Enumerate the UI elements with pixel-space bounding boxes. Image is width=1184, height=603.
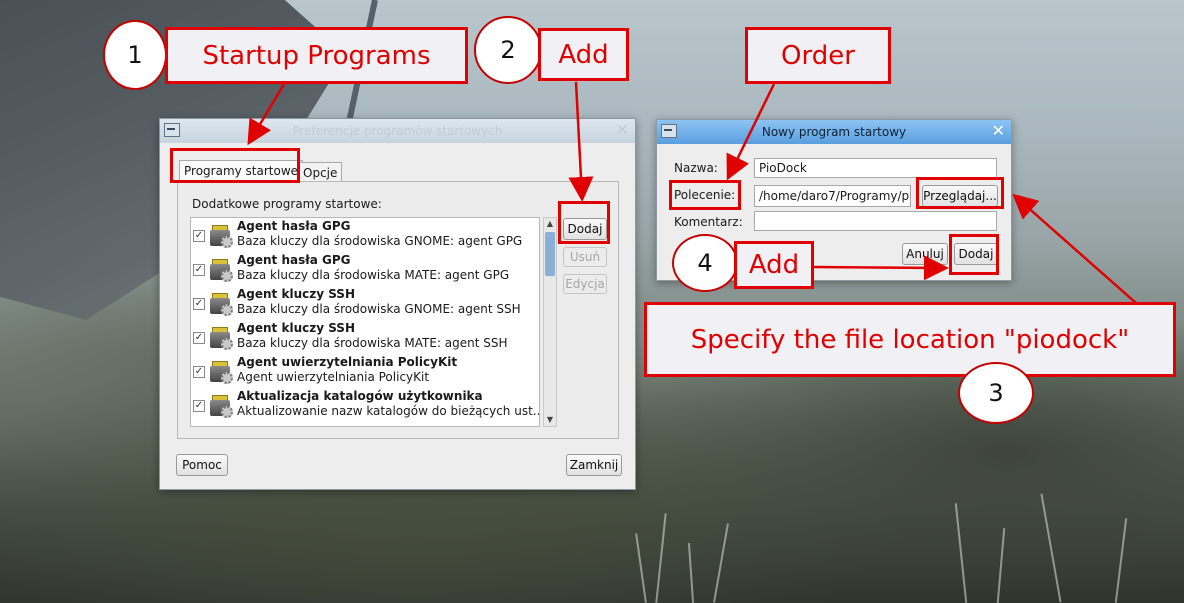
step-1-label-box: Startup Programs — [165, 27, 468, 84]
step-3-number: 3 — [988, 379, 1004, 407]
name-field[interactable]: PioDock — [754, 158, 997, 178]
grass-blade — [1114, 518, 1128, 603]
step-3-circle: 3 — [958, 362, 1034, 424]
cancel-button-label: Anuluj — [906, 247, 944, 261]
grass-blade — [687, 543, 695, 603]
startup-app-icon — [208, 222, 234, 248]
list-item[interactable]: ✓ Agent hasła GPG Baza kluczy dla środow… — [191, 218, 539, 252]
close-icon[interactable]: ✕ — [992, 122, 1005, 140]
enabled-checkbox[interactable]: ✓ — [193, 332, 205, 344]
comment-field[interactable] — [754, 211, 997, 231]
enabled-checkbox[interactable]: ✓ — [193, 366, 205, 378]
remove-button[interactable]: Usuń — [563, 247, 607, 267]
item-name: Agent hasła GPG — [237, 219, 351, 233]
step-4-circle: 4 — [672, 234, 738, 292]
remove-button-label: Usuń — [569, 250, 601, 264]
close-icon[interactable]: ✕ — [616, 121, 629, 139]
cancel-button[interactable]: Anuluj — [902, 243, 948, 265]
list-item[interactable]: ✓ Agent uwierzytelniania PolicyKit Agent… — [191, 354, 539, 388]
startup-programs-list[interactable]: ✓ Agent hasła GPG Baza kluczy dla środow… — [190, 217, 540, 427]
close-button[interactable]: Zamknij — [566, 454, 622, 476]
startup-window-title: Preferencje programów startowych — [292, 124, 503, 138]
highlight-confirm-add-button — [949, 234, 999, 275]
startup-app-icon — [208, 324, 234, 350]
enabled-checkbox[interactable]: ✓ — [193, 298, 205, 310]
step-2-number: 2 — [500, 36, 516, 64]
startup-app-icon — [208, 290, 234, 316]
window-menu-icon[interactable] — [661, 124, 677, 138]
help-button-label: Pomoc — [182, 458, 222, 472]
startup-app-icon — [208, 256, 234, 282]
item-description: Aktualizowanie nazw katalogów do bieżący… — [237, 404, 540, 418]
item-name: Agent hasła GPG — [237, 253, 351, 267]
close-button-label: Zamknij — [569, 458, 619, 472]
step-3-label: Specify the file location "piodock" — [690, 324, 1130, 355]
help-button[interactable]: Pomoc — [176, 454, 228, 476]
step-4-label-box: Add — [734, 241, 814, 289]
grass-blade — [954, 503, 968, 603]
item-name: Aktualizacja katalogów użytkownika — [237, 389, 483, 403]
window-menu-icon[interactable] — [164, 123, 180, 137]
edit-button[interactable]: Edycja — [563, 274, 607, 294]
item-description: Baza kluczy dla środowiska GNOME: agent … — [237, 302, 521, 316]
grass-blade — [996, 528, 1006, 603]
grass-blade — [655, 513, 667, 603]
scroll-down-arrow-icon[interactable]: ▼ — [544, 414, 556, 426]
item-description: Agent uwierzytelniania PolicyKit — [237, 370, 430, 384]
highlight-command-label — [669, 180, 741, 210]
scrollbar-thumb[interactable] — [545, 232, 555, 276]
step-4-number: 4 — [697, 249, 713, 277]
enabled-checkbox[interactable]: ✓ — [193, 264, 205, 276]
enabled-checkbox[interactable]: ✓ — [193, 230, 205, 242]
scroll-up-arrow-icon[interactable]: ▲ — [544, 218, 556, 230]
item-name: Agent kluczy SSH — [237, 321, 355, 335]
order-label-box: Order — [745, 27, 891, 84]
list-item[interactable]: ✓ Agent kluczy SSH Baza kluczy dla środo… — [191, 320, 539, 354]
item-description: Baza kluczy dla środowiska GNOME: agent … — [237, 234, 523, 248]
step-1-label: Startup Programs — [202, 40, 431, 71]
step-1-number: 1 — [127, 41, 143, 69]
list-item[interactable]: ✓ Aktualizacja katalogów użytkownika Akt… — [191, 388, 540, 422]
name-field-value: PioDock — [759, 161, 807, 175]
list-item[interactable]: ✓ Agent kluczy SSH Baza kluczy dla środo… — [191, 286, 539, 320]
highlight-startup-tab — [170, 148, 300, 183]
grass-blade — [1040, 493, 1062, 603]
list-scrollbar[interactable]: ▲ ▼ — [543, 217, 557, 427]
step-1-circle: 1 — [103, 20, 167, 90]
step-2-label: Add — [558, 39, 609, 70]
command-field[interactable]: /home/daro7/Programy/p — [754, 185, 911, 207]
name-label: Nazwa: — [674, 161, 718, 175]
enabled-checkbox[interactable]: ✓ — [193, 400, 205, 412]
grass-blade — [713, 523, 729, 603]
edit-button-label: Edycja — [565, 277, 605, 291]
list-item[interactable]: ✓ Agent hasła GPG Baza kluczy dla środow… — [191, 252, 539, 286]
startup-window-titlebar[interactable]: Preferencje programów startowych ✕ — [160, 119, 635, 143]
list-heading: Dodatkowe programy startowe: — [192, 197, 382, 211]
highlight-add-button — [558, 201, 610, 244]
tab-options[interactable]: Opcje — [298, 162, 343, 183]
step-3-label-box: Specify the file location "piodock" — [644, 302, 1176, 377]
new-program-window-titlebar[interactable]: Nowy program startowy ✕ — [657, 120, 1011, 144]
grass-blade — [635, 533, 647, 603]
step-4-label: Add — [748, 250, 800, 280]
tab-label: Opcje — [303, 166, 338, 180]
startup-app-icon — [208, 358, 234, 384]
highlight-browse-button — [916, 177, 1004, 209]
step-2-label-box: Add — [538, 28, 629, 81]
step-2-circle: 2 — [474, 16, 542, 84]
new-program-window-title: Nowy program startowy — [761, 125, 907, 139]
startup-app-icon — [208, 392, 234, 418]
item-name: Agent uwierzytelniania PolicyKit — [237, 355, 458, 369]
item-name: Agent kluczy SSH — [237, 287, 355, 301]
order-label: Order — [781, 40, 855, 71]
item-description: Baza kluczy dla środowiska MATE: agent G… — [237, 268, 510, 282]
command-field-value: /home/daro7/Programy/p — [759, 189, 910, 203]
item-description: Baza kluczy dla środowiska MATE: agent S… — [237, 336, 508, 350]
comment-label: Komentarz: — [674, 215, 743, 229]
